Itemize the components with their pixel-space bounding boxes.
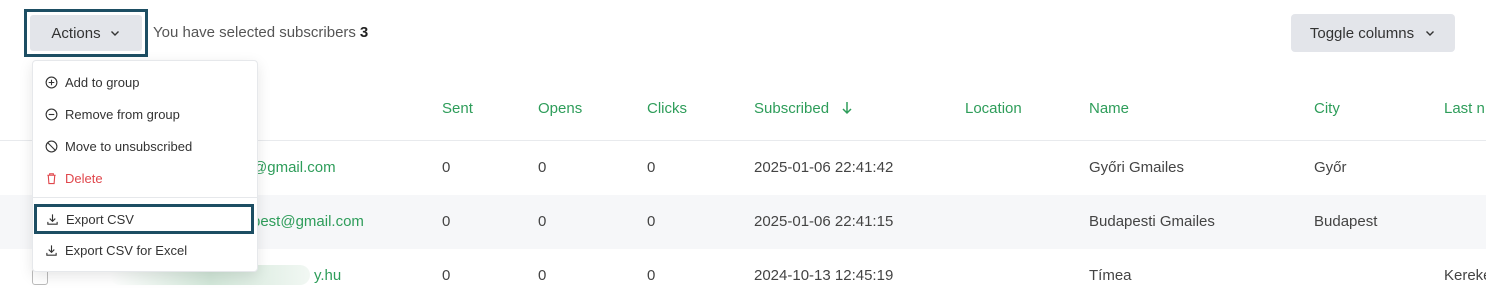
column-header-sent[interactable]: Sent: [442, 100, 473, 117]
chevron-down-icon: [110, 31, 119, 36]
cell-sent: 0: [442, 213, 451, 230]
cell-sent: 0: [442, 267, 451, 284]
ban-icon: [45, 140, 58, 152]
column-header-clicks[interactable]: Clicks: [647, 100, 687, 117]
cell-opens: 0: [538, 213, 547, 230]
selection-count: 3: [359, 24, 369, 41]
arrow-down-icon: [842, 102, 852, 115]
menu-item-label: Move to unsubscribed: [65, 138, 193, 154]
chevron-down-icon: [1426, 31, 1435, 36]
menu-item-move-to-unsubscribed[interactable]: Move to unsubscribed: [33, 131, 257, 161]
cell-city: Budapest: [1314, 213, 1378, 230]
cell-name: Győri Gmailes: [1089, 159, 1185, 176]
actions-button-label: Actions: [51, 24, 101, 42]
column-header-subscribed[interactable]: Subscribed: [754, 100, 853, 117]
download-icon: [47, 213, 58, 225]
subscriber-email[interactable]: @gmail.com: [252, 159, 336, 176]
menu-item-label: Export CSV: [66, 211, 134, 227]
subscriber-email[interactable]: pest@gmail.com: [252, 213, 364, 230]
download-icon: [46, 244, 57, 256]
cell-subscribed: 2025-01-06 22:41:15: [754, 213, 894, 230]
column-header-name[interactable]: Name: [1089, 100, 1129, 117]
cell-subscribed: 2025-01-06 22:41:42: [754, 159, 894, 176]
toggle-columns-button[interactable]: Toggle columns: [1291, 14, 1455, 52]
selection-summary: You have selected subscribers 3: [153, 24, 368, 41]
column-header-city[interactable]: City: [1314, 100, 1340, 117]
menu-item-export-csv[interactable]: Export CSV: [34, 204, 254, 234]
cell-name: Budapesti Gmailes: [1089, 213, 1215, 230]
menu-item-label: Export CSV for Excel: [65, 242, 188, 258]
menu-divider: [33, 197, 257, 198]
cell-sent: 0: [442, 159, 451, 176]
menu-item-label: Delete: [65, 170, 103, 186]
cell-clicks: 0: [647, 159, 656, 176]
column-header-last-name[interactable]: Last n: [1444, 100, 1485, 117]
trash-icon: [47, 172, 56, 184]
selection-summary-text: You have selected subscribers: [153, 24, 356, 41]
column-header-opens[interactable]: Opens: [538, 100, 582, 117]
cell-opens: 0: [538, 267, 547, 284]
actions-button[interactable]: Actions: [30, 15, 142, 51]
plus-circle-icon: [45, 76, 58, 88]
toggle-columns-label: Toggle columns: [1309, 24, 1415, 42]
subscriber-email[interactable]: y.hu: [314, 267, 341, 284]
cell-opens: 0: [538, 159, 547, 176]
minus-circle-icon: [45, 108, 58, 120]
cell-clicks: 0: [647, 267, 656, 284]
column-header-subscribed-label: Subscribed: [754, 100, 830, 117]
cell-clicks: 0: [647, 213, 656, 230]
menu-item-remove-from-group[interactable]: Remove from group: [33, 99, 257, 129]
cell-last-name: Kereke: [1444, 267, 1486, 284]
menu-item-delete[interactable]: Delete: [33, 163, 257, 193]
menu-item-label: Remove from group: [65, 106, 180, 122]
menu-item-add-to-group[interactable]: Add to group: [33, 67, 257, 97]
menu-item-export-csv-excel[interactable]: Export CSV for Excel: [33, 235, 257, 265]
column-header-location[interactable]: Location: [965, 100, 1022, 117]
cell-city: Győr: [1314, 159, 1347, 176]
actions-dropdown-menu: Add to group Remove from group Move to u…: [32, 60, 258, 272]
actions-button-highlight: Actions: [24, 9, 148, 57]
menu-item-label: Add to group: [65, 74, 140, 90]
cell-name: Tímea: [1089, 267, 1132, 284]
cell-subscribed: 2024-10-13 12:45:19: [754, 267, 894, 284]
